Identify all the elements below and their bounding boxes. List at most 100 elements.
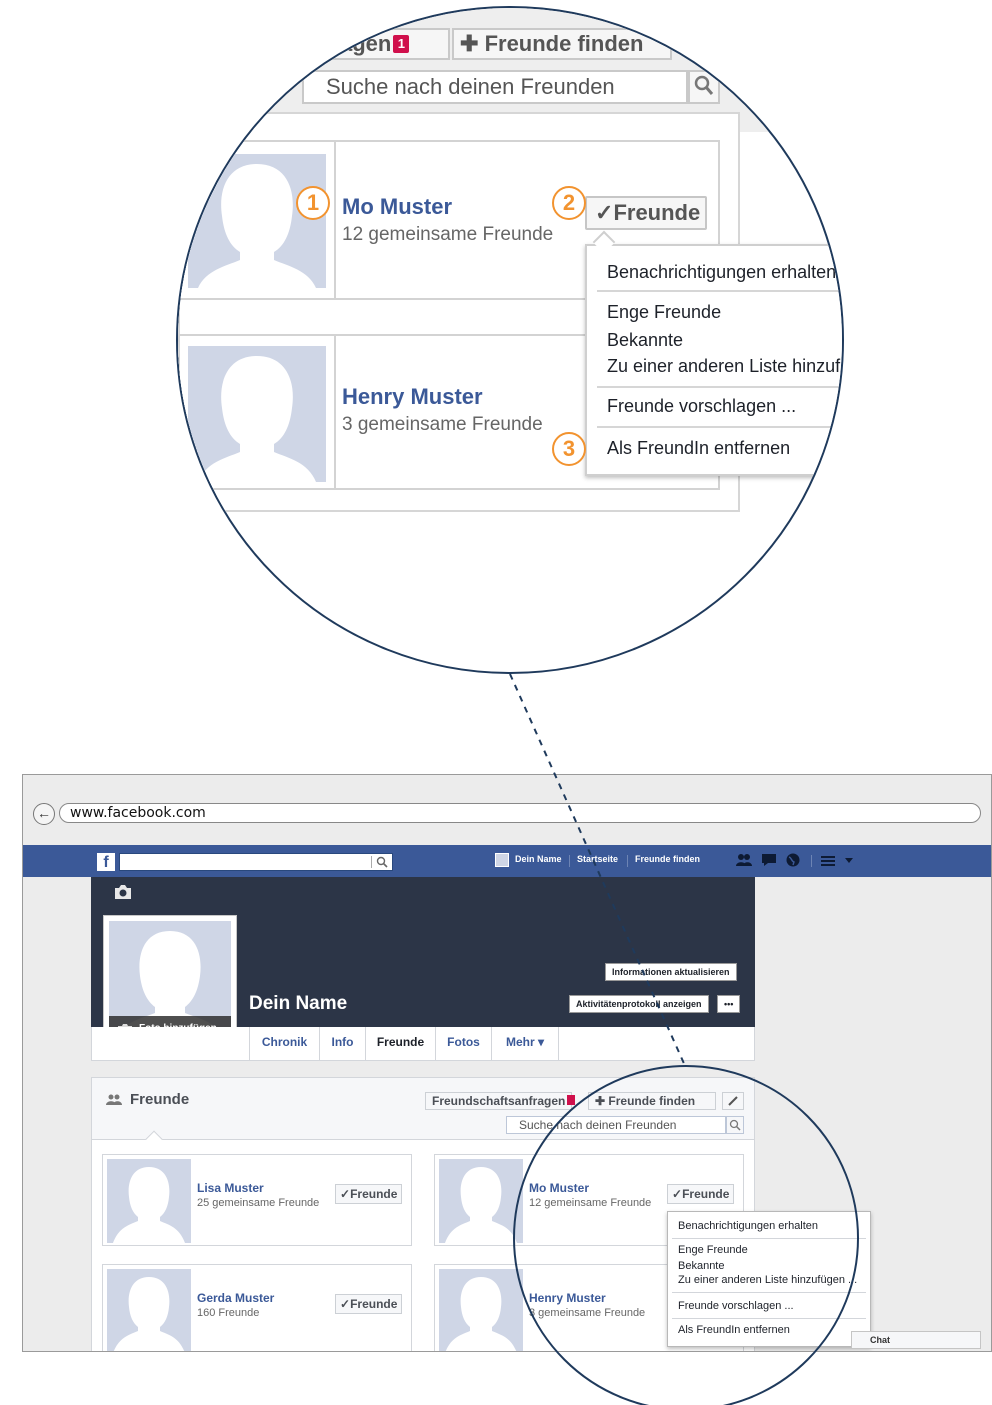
url-text: www.facebook.com <box>70 805 206 821</box>
menu-item-add-to-list[interactable]: Zu einer anderen Liste hinzufügen ... <box>678 1274 857 1286</box>
friends-status-button[interactable]: ✓Freunde <box>667 1184 735 1204</box>
facebook-top-bar: f Dein Name Startseite Freunde finden <box>23 845 991 877</box>
profile-name[interactable]: Dein Name <box>249 993 347 1015</box>
topbar-home-link[interactable]: Startseite <box>577 854 618 864</box>
find-friends-label: Freunde finden <box>608 1094 696 1108</box>
pencil-icon <box>728 1096 738 1106</box>
zoom-search-input[interactable]: Suche nach deinen Freunden <box>302 70 688 104</box>
friends-status-label: Freunde <box>682 1187 730 1201</box>
checkmark-icon: ✓ <box>340 1297 351 1311</box>
friends-status-label: Freunde <box>350 1187 398 1201</box>
checkmark-icon: ✓ <box>595 200 614 225</box>
address-bar[interactable]: www.facebook.com <box>59 803 981 823</box>
friends-search-button[interactable] <box>726 1116 744 1134</box>
zoom-friend-mutual: 12 gemeinsame Freunde <box>342 224 554 245</box>
menu-item-remove-friend[interactable]: Als FreundIn entfernen <box>678 1324 790 1336</box>
friends-panel-title: Freunde <box>130 1091 190 1108</box>
menu-item-suggest-friends[interactable]: Freunde vorschlagen ... <box>678 1300 794 1312</box>
search-divider <box>371 856 372 868</box>
checkmark-icon: ✓ <box>340 1187 351 1201</box>
menu-item-notifications[interactable]: Benachrichtigungen erhalten <box>678 1220 818 1232</box>
notification-badge <box>567 1095 576 1105</box>
zoom-search-button[interactable] <box>688 70 720 104</box>
back-button[interactable]: ← <box>33 803 55 825</box>
friends-panel-header: Freunde Freundschaftsanfragen ✚ Freunde … <box>92 1078 754 1140</box>
update-info-button[interactable]: Informationen aktualisieren <box>605 963 737 981</box>
friend-name[interactable]: Lisa Muster <box>197 1181 264 1195</box>
tab-photos[interactable]: Fotos <box>435 1027 491 1060</box>
silhouette-icon <box>113 1167 185 1243</box>
menu-divider <box>597 386 842 388</box>
facebook-search-input[interactable] <box>119 853 393 871</box>
zoom-find-friends-label: Freunde finden <box>484 31 644 56</box>
avatar[interactable] <box>107 1269 191 1351</box>
menu-item-acquaintances[interactable]: Bekannte <box>607 330 683 351</box>
friend-name[interactable]: Gerda Muster <box>197 1291 274 1305</box>
nav-divider <box>627 855 628 867</box>
chat-label: Chat <box>870 1335 890 1345</box>
chat-bar[interactable]: Chat <box>851 1331 981 1349</box>
avatar[interactable] <box>107 1159 191 1243</box>
friend-name[interactable]: Mo Muster <box>529 1181 589 1195</box>
zoom-photo-frame <box>178 140 336 300</box>
friends-status-button[interactable]: ✓Freunde <box>335 1294 403 1314</box>
friend-mutual-count: 12 gemeinsame Freunde <box>529 1197 652 1209</box>
menu-item-notifications[interactable]: Benachrichtigungen erhalten <box>607 262 836 283</box>
chevron-down-icon[interactable] <box>845 858 853 864</box>
camera-icon[interactable] <box>113 883 133 901</box>
silhouette-icon <box>198 164 316 288</box>
user-avatar-icon[interactable] <box>495 853 509 867</box>
topbar-find-friends-link[interactable]: Freunde finden <box>635 854 700 864</box>
messages-icon[interactable] <box>761 853 777 867</box>
zoom-friends-button-label: Freunde <box>613 200 701 225</box>
checkmark-icon: ✓ <box>672 1187 683 1201</box>
friend-requests-label: Freundschaftsanfragen <box>432 1094 566 1108</box>
marker-2-badge: 2 <box>552 186 586 220</box>
avatar[interactable] <box>188 346 326 482</box>
friends-icon <box>106 1094 122 1105</box>
friend-options-menu: Benachrichtigungen erhalten Enge Freunde… <box>667 1211 871 1347</box>
friend-requests-button[interactable]: Freundschaftsanfragen <box>425 1092 576 1110</box>
tab-info[interactable]: Info <box>319 1027 365 1060</box>
topbar-user-name[interactable]: Dein Name <box>515 854 562 864</box>
zoom-friends-button[interactable]: ✓Freunde <box>585 196 707 230</box>
menu-item-remove-friend[interactable]: Als FreundIn entfernen <box>607 438 790 459</box>
privacy-shortcuts-icon[interactable] <box>821 855 835 867</box>
menu-item-close-friends[interactable]: Enge Freunde <box>678 1244 748 1256</box>
silhouette-icon <box>445 1167 517 1243</box>
menu-item-suggest-friends[interactable]: Freunde vorschlagen ... <box>607 396 796 417</box>
tab-more[interactable]: Mehr ▾ <box>491 1027 559 1060</box>
friends-search-input[interactable]: Suche nach deinen Freunden <box>506 1116 726 1134</box>
zoom-friend-menu: Benachrichtigungen erhalten Enge Freunde… <box>585 244 842 476</box>
tab-friends[interactable]: Freunde <box>365 1027 435 1060</box>
facebook-logo-icon[interactable]: f <box>97 853 115 871</box>
edit-button[interactable] <box>722 1092 744 1110</box>
friend-count: 160 Freunde <box>197 1307 260 1319</box>
friends-status-button[interactable]: ✓Freunde <box>335 1184 403 1204</box>
zoom-search-placeholder: Suche nach deinen Freunden <box>326 74 615 99</box>
search-icon <box>694 75 714 95</box>
avatar[interactable] <box>439 1269 523 1351</box>
profile-tabs: Chronik Info Freunde Fotos Mehr ▾ <box>91 1027 755 1061</box>
search-icon[interactable] <box>376 856 388 868</box>
activity-log-button[interactable]: Aktivitätenprotokoll anzeigen <box>569 995 709 1013</box>
zoom-friend-name[interactable]: Mo Muster <box>342 194 452 220</box>
menu-divider <box>597 426 842 428</box>
zoom-friend-name[interactable]: Henry Muster <box>342 384 483 410</box>
avatar[interactable] <box>188 154 326 288</box>
tab-timeline[interactable]: Chronik <box>249 1027 319 1060</box>
find-friends-button[interactable]: ✚ Freunde finden <box>588 1092 716 1110</box>
menu-item-add-to-list[interactable]: Zu einer anderen Liste hinzufügen ... <box>607 356 842 377</box>
friend-name[interactable]: Henry Muster <box>529 1291 606 1305</box>
notifications-globe-icon[interactable] <box>785 852 801 868</box>
zoom-find-friends-button[interactable]: ✚ Freunde finden <box>452 28 672 60</box>
friend-requests-icon[interactable] <box>735 853 753 867</box>
marker-1-badge: 1 <box>296 186 330 220</box>
friends-status-label: Freunde <box>350 1297 398 1311</box>
avatar[interactable] <box>439 1159 523 1243</box>
plus-icon: ✚ <box>595 1094 606 1108</box>
more-options-button[interactable]: ••• <box>717 995 741 1013</box>
zoom-requests-tab[interactable]: agen 1 <box>332 28 450 60</box>
menu-item-close-friends[interactable]: Enge Freunde <box>607 302 721 323</box>
menu-item-acquaintances[interactable]: Bekannte <box>678 1260 724 1272</box>
